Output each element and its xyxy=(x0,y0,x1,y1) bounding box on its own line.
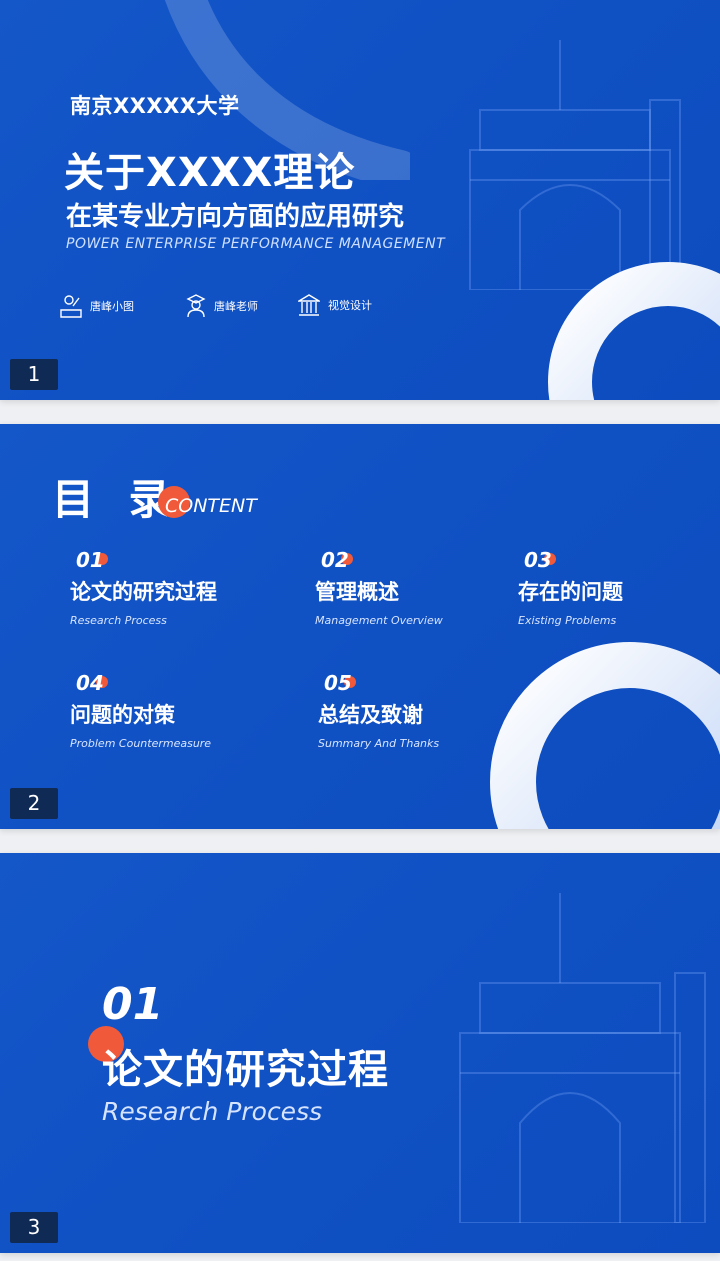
slide-english-subtitle: POWER ENTERPRISE PERFORMANCE MANAGEMENT xyxy=(66,236,446,252)
building-outline-decoration xyxy=(469,40,681,290)
building-icon xyxy=(298,294,320,316)
university-name: 南京XXXXX大学 xyxy=(70,94,240,118)
toc-item-english: Summary And Thanks xyxy=(318,737,440,750)
toc-item-english: Research Process xyxy=(70,614,167,627)
meta-presenter-label: 唐峰小图 xyxy=(90,300,134,313)
toc-item-number: 05 xyxy=(324,671,356,695)
meta-teacher: 唐峰老师 xyxy=(186,294,258,318)
toc-item-5[interactable]: 05 总结及致谢 Summary And Thanks xyxy=(318,671,439,750)
section-title: 论文的研究过程 xyxy=(102,1047,389,1093)
slide-subtitle: 在某专业方向方面的应用研究 xyxy=(66,202,405,232)
meta-design-label: 视觉设计 xyxy=(328,299,372,312)
slide-number-badge: 2 xyxy=(10,788,58,819)
toc-title-english: CONTENT xyxy=(165,495,257,517)
toc-item-title: 存在的问题 xyxy=(518,580,623,604)
slide-2[interactable]: 目 录 CONTENT 01 论文的研究过程 Research Process … xyxy=(0,424,720,829)
toc-item-title: 管理概述 xyxy=(315,580,399,604)
toc-item-english: Management Overview xyxy=(315,614,443,627)
meta-design: 视觉设计 xyxy=(298,294,372,316)
toc-item-1[interactable]: 01 论文的研究过程 Research Process xyxy=(70,548,217,627)
ring-decoration xyxy=(548,262,720,400)
toc-item-3[interactable]: 03 存在的问题 Existing Problems xyxy=(518,548,623,627)
section-english-title: Research Process xyxy=(102,1097,323,1126)
toc-item-number: 01 xyxy=(76,548,108,572)
teacher-icon xyxy=(186,294,206,318)
presenter-icon xyxy=(60,295,82,318)
toc-item-4[interactable]: 04 问题的对策 Problem Countermeasure xyxy=(70,671,211,750)
toc-item-2[interactable]: 02 管理概述 Management Overview xyxy=(315,548,443,627)
toc-item-title: 问题的对策 xyxy=(70,703,175,727)
meta-presenter: 唐峰小图 xyxy=(60,294,134,318)
section-number: 01 xyxy=(102,979,164,1030)
toc-item-title: 论文的研究过程 xyxy=(70,580,217,604)
toc-item-title: 总结及致谢 xyxy=(318,703,423,727)
slide-title: 关于XXXX理论 xyxy=(64,150,356,196)
toc-item-number: 02 xyxy=(321,548,353,572)
toc-item-number: 04 xyxy=(76,671,108,695)
toc-item-english: Problem Countermeasure xyxy=(70,737,212,750)
building-outline-decoration xyxy=(459,893,706,1223)
toc-item-number: 03 xyxy=(524,548,556,572)
slide-1[interactable]: 南京XXXXX大学 关于XXXX理论 在某专业方向方面的应用研究 POWER E… xyxy=(0,0,720,400)
ring-decoration xyxy=(490,642,720,829)
slide-3[interactable]: 01 论文的研究过程 Research Process 3 xyxy=(0,853,720,1253)
slide-number-badge: 1 xyxy=(10,359,58,390)
toc-item-english: Existing Problems xyxy=(518,614,617,627)
meta-teacher-label: 唐峰老师 xyxy=(214,300,258,313)
slide-number-badge: 3 xyxy=(10,1212,58,1243)
